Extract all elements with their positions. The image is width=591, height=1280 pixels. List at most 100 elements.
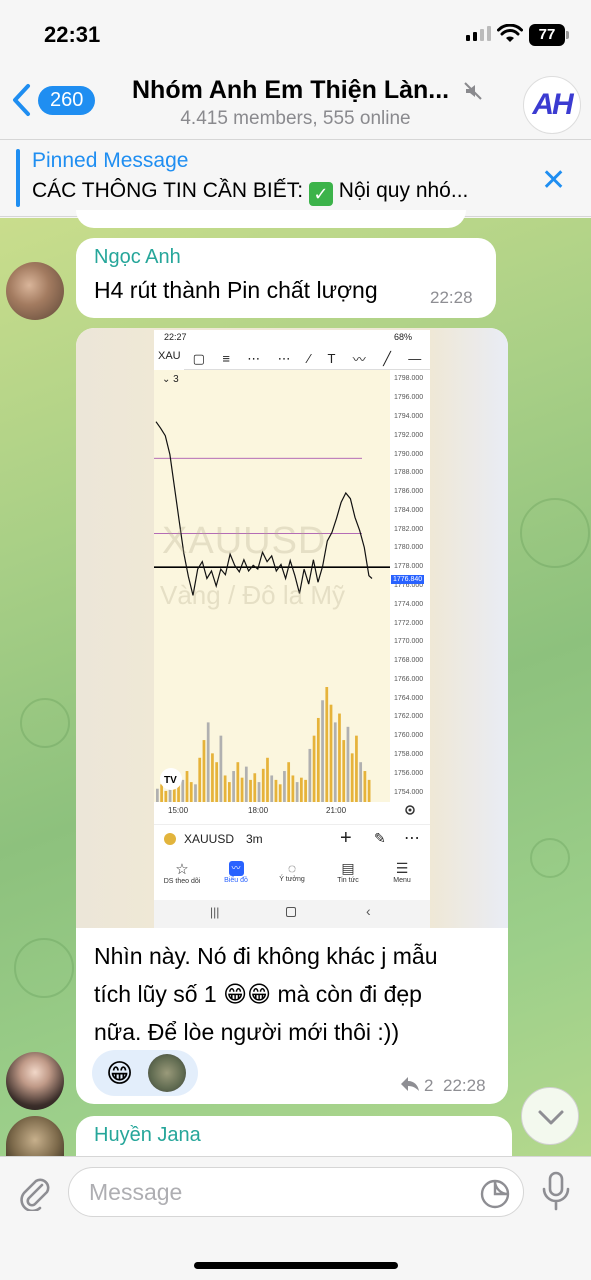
volume-bar — [295, 782, 299, 802]
volume-bar — [367, 779, 371, 802]
chat-subtitle: 4.415 members, 555 online — [180, 108, 411, 129]
volume-bar — [270, 775, 274, 802]
reactor-avatar — [148, 1054, 186, 1092]
y-tick: 1794.000 — [394, 412, 424, 420]
nav-label: Ý tưởng — [279, 876, 305, 883]
volume-bar — [211, 753, 214, 802]
lightbulb-icon: ◌ — [287, 860, 297, 876]
volume-bar — [350, 753, 354, 802]
volume-bar — [338, 713, 341, 802]
volume-bar — [206, 722, 210, 802]
volume-bar — [300, 777, 303, 802]
y-tick: 1758.000 — [394, 751, 424, 759]
volume-bar — [363, 771, 367, 802]
settings-icon[interactable] — [404, 804, 416, 816]
chat-header: 260 Nhóm Anh Em Thiện Làn... 4.415 membe… — [0, 68, 591, 140]
previous-message-bubble[interactable] — [76, 210, 466, 228]
add-icon[interactable]: + — [340, 827, 352, 850]
path-icon[interactable]: 〰 — [353, 349, 366, 368]
microphone-icon[interactable] — [540, 1171, 572, 1213]
channel-icon[interactable]: ⋯ — [247, 351, 260, 367]
pinned-message-bar[interactable]: Pinned Message CÁC THÔNG TIN CẦN BIẾT: ✓… — [0, 141, 591, 217]
more-icon[interactable]: ⋯ — [404, 828, 420, 848]
attach-icon[interactable] — [16, 1173, 52, 1211]
y-tick: 1782.000 — [394, 525, 424, 533]
pinned-indicator — [16, 149, 20, 207]
recents-icon[interactable]: ||| — [210, 905, 219, 919]
x-tick: 21:00 — [326, 806, 347, 815]
volume-bar — [291, 775, 295, 802]
message-time: 22:28 — [443, 1076, 486, 1095]
scroll-to-bottom-button[interactable] — [521, 1087, 579, 1145]
lines-icon[interactable]: ≡ — [222, 351, 230, 366]
price-line — [155, 421, 373, 596]
volume-bar — [333, 722, 337, 802]
volume-bar — [223, 775, 227, 802]
nav-chart[interactable]: 〰 Biểu đồ — [210, 860, 262, 884]
muted-icon — [464, 82, 482, 100]
y-tick: 1780.000 — [394, 544, 424, 552]
avatar-sender-2[interactable] — [6, 1052, 64, 1110]
pencil-icon[interactable]: ✎ — [374, 830, 386, 847]
hline-icon[interactable]: — — [408, 351, 421, 366]
text-tool-icon[interactable]: T — [327, 351, 335, 366]
check-mark-icon: ✓ — [308, 182, 333, 206]
pinned-title: Pinned Message — [32, 149, 189, 172]
volume-bar — [228, 782, 231, 802]
reply-icon — [401, 1077, 419, 1091]
message-input-field[interactable] — [68, 1167, 524, 1217]
pen-icon[interactable]: ∕ — [308, 351, 310, 366]
volume-bar — [249, 779, 252, 802]
home-icon[interactable] — [286, 907, 296, 917]
y-tick: 1796.000 — [394, 394, 424, 402]
y-tick: 1764.000 — [394, 694, 424, 702]
symbol-name[interactable]: XAUUSD — [184, 832, 234, 846]
wifi-icon — [497, 24, 523, 42]
screenshot-battery: 68% — [394, 332, 413, 342]
rectangle-icon[interactable]: ▢ — [193, 351, 205, 367]
y-tick: 1770.000 — [394, 638, 424, 646]
volume-bar — [164, 790, 168, 802]
nav-ideas[interactable]: ◌ Ý tưởng — [266, 860, 318, 883]
trendline-icon[interactable]: ╱ — [383, 351, 391, 367]
nav-menu[interactable]: ☰ Menu — [376, 860, 428, 884]
close-pinned-icon[interactable]: ✕ — [541, 163, 566, 198]
nav-label: Tin tức — [337, 877, 359, 884]
volume-bar — [240, 777, 244, 802]
nav-watchlist[interactable]: ☆ DS theo dõi — [156, 860, 208, 885]
sticker-icon[interactable] — [479, 1178, 511, 1210]
volume-bar — [278, 784, 282, 802]
nav-label: Biểu đồ — [224, 877, 248, 884]
symbol-short-label: XAU — [158, 350, 181, 362]
chart-screenshot[interactable]: 22:27 68% XAU ▢ ≡ ⋯ ⋯ ∕ T 〰 ╱ — XAUUSD V… — [154, 330, 430, 928]
y-tick: 1766.000 — [394, 675, 424, 683]
y-tick: 1772.000 — [394, 619, 424, 627]
volume-bar — [308, 748, 312, 802]
reply-count: 2 — [424, 1076, 434, 1095]
volume-bar — [257, 782, 261, 802]
chat-title[interactable]: Nhóm Anh Em Thiện Làn... — [132, 76, 449, 105]
group-avatar-text: AH — [532, 88, 573, 121]
status-time: 22:31 — [44, 22, 101, 47]
interval-label[interactable]: 3m — [246, 832, 263, 846]
message-input[interactable] — [89, 1168, 469, 1216]
fib-icon[interactable]: ⋯ — [278, 351, 291, 367]
chart-plot-area[interactable]: XAUUSD Vàng / Đô la Mỹ ⌄ 3 TV — [154, 370, 390, 802]
back-nav-icon[interactable]: ‹ — [366, 903, 371, 919]
volume-bar — [253, 773, 257, 802]
watermark-symbol: XAUUSD — [162, 520, 327, 562]
avatar-ngoc-anh[interactable] — [6, 262, 64, 320]
nav-news[interactable]: ▤ Tin tức — [322, 860, 374, 884]
volume-bar — [215, 762, 219, 802]
volume-bar — [198, 757, 202, 802]
x-tick: 15:00 — [168, 806, 189, 815]
reaction-pill[interactable]: 😁 — [92, 1050, 198, 1096]
group-avatar[interactable]: AH — [523, 76, 581, 134]
pinned-text-before: CÁC THÔNG TIN CẦN BIẾT: — [32, 179, 304, 202]
volume-bar — [283, 771, 286, 802]
interval-chip[interactable]: ⌄ 3 — [162, 374, 179, 385]
volume-bar — [287, 762, 291, 802]
message-text-line-3: nữa. Để lòe người mới thôi :)) — [94, 1019, 400, 1045]
x-tick: 18:00 — [248, 806, 269, 815]
message-bubble[interactable]: Ngọc Anh H4 rút thành Pin chất lượng 22:… — [76, 238, 496, 318]
